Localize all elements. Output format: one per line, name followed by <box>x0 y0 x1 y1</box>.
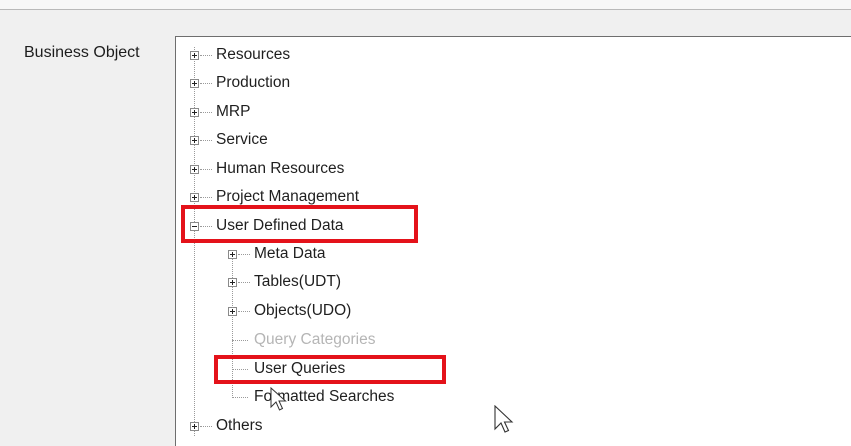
top-frame-border <box>0 0 851 10</box>
mouse-pointer-icon <box>494 405 514 433</box>
tree-node-label: Production <box>216 74 291 91</box>
tree-node-others[interactable]: Others <box>176 416 476 436</box>
tree-node-service[interactable]: Service <box>176 130 476 150</box>
tree-node-objects-udo[interactable]: Objects(UDO) <box>176 301 476 321</box>
expand-icon[interactable] <box>228 307 237 316</box>
tree-node-resources[interactable]: Resources <box>176 45 476 65</box>
business-object-label: Business Object <box>24 44 140 61</box>
highlight-user-queries <box>214 355 446 384</box>
expand-icon[interactable] <box>190 165 199 174</box>
tree-node-query-categories[interactable]: Query Categories <box>176 330 476 350</box>
expand-icon[interactable] <box>190 51 199 60</box>
tree-node-production[interactable]: Production <box>176 73 476 93</box>
tree-node-human-resources[interactable]: Human Resources <box>176 159 476 179</box>
tree-node-label: Meta Data <box>254 245 326 262</box>
tree-node-mrp[interactable]: MRP <box>176 102 476 122</box>
expand-icon[interactable] <box>190 79 199 88</box>
expand-icon[interactable] <box>228 278 237 287</box>
tree-node-label: Service <box>216 131 268 148</box>
expand-icon[interactable] <box>190 422 199 431</box>
tree-node-project-management[interactable]: Project Management <box>176 187 476 207</box>
expand-icon[interactable] <box>190 193 199 202</box>
tree-node-formatted-searches[interactable]: Formatted Searches <box>176 387 476 407</box>
expand-icon[interactable] <box>228 250 237 259</box>
highlight-user-defined-data <box>181 205 418 243</box>
tree-node-label: Human Resources <box>216 160 345 177</box>
tree-node-label: Project Management <box>216 188 360 205</box>
tree-node-label: Others <box>216 417 263 434</box>
tree-node-label: Resources <box>216 46 291 63</box>
expand-icon[interactable] <box>190 108 199 117</box>
mouse-pointer-icon <box>270 387 287 411</box>
tree-node-tables-udt[interactable]: Tables(UDT) <box>176 272 476 292</box>
tree-node-label: Objects(UDO) <box>254 302 352 319</box>
business-object-tree[interactable]: Resources Production MRP Service Human R… <box>175 36 851 446</box>
expand-icon[interactable] <box>190 136 199 145</box>
tree-node-label: MRP <box>216 103 251 120</box>
tree-node-label: Tables(UDT) <box>254 273 341 290</box>
tree-node-meta-data[interactable]: Meta Data <box>176 244 476 264</box>
tree-node-label: Query Categories <box>254 331 376 348</box>
